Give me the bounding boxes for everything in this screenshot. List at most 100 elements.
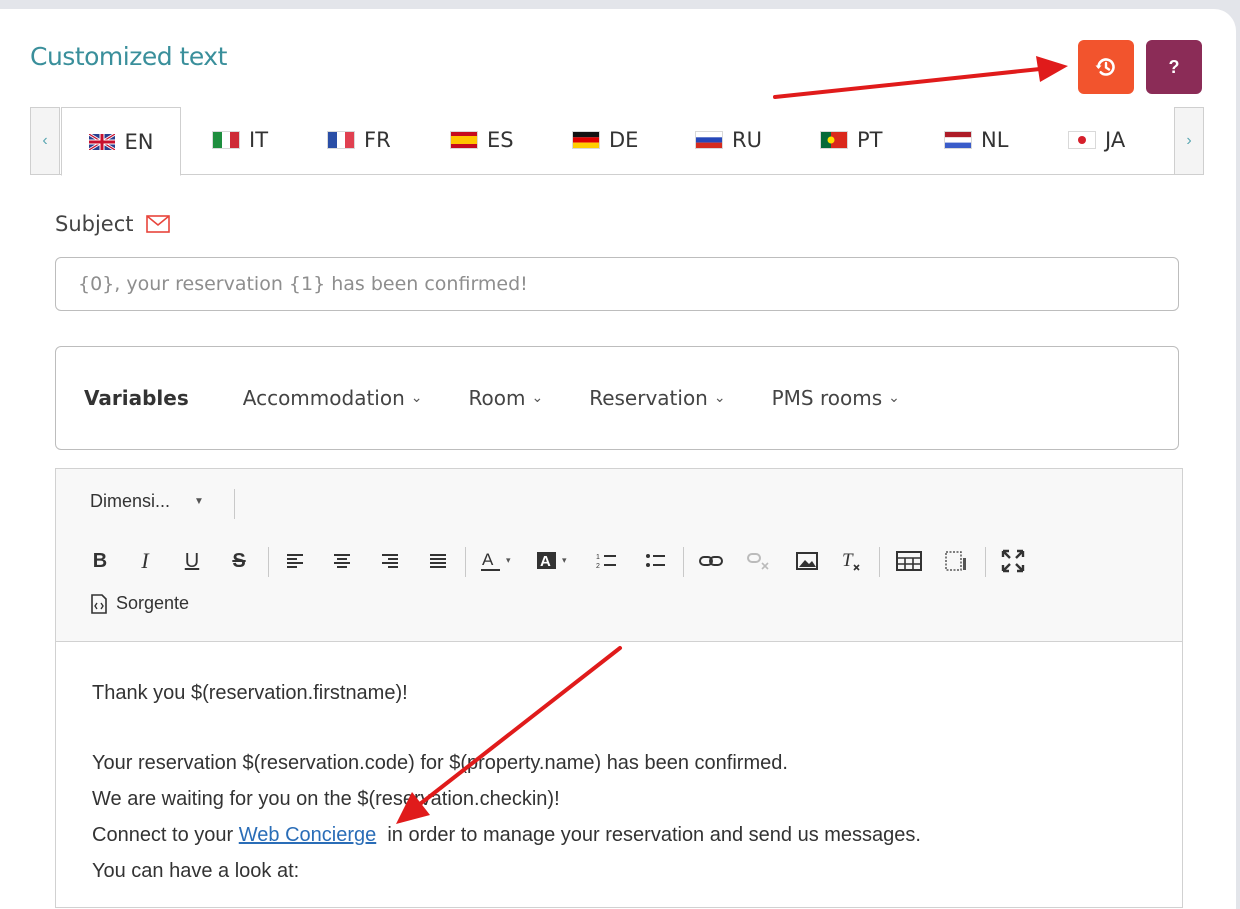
italic-icon: I [141, 548, 149, 573]
bold-button[interactable]: B [90, 549, 110, 573]
tabs-scroll-left-button[interactable]: ‹ [30, 107, 60, 175]
subject-label: Subject [55, 212, 170, 236]
numbered-list-icon: 12 [596, 554, 616, 570]
variables-bar: Variables Accommodation ⌄ Room ⌄ Reserva… [55, 346, 1179, 450]
table-icon [896, 551, 922, 571]
tab-label: RU [732, 128, 762, 152]
svg-text:T: T [842, 550, 854, 571]
align-center-icon [334, 554, 350, 568]
flag-es-icon [451, 132, 477, 148]
remove-format-icon: T [842, 550, 860, 571]
source-label: Sorgente [116, 593, 190, 613]
editor-content[interactable]: Thank you $(reservation.firstname)! Your… [92, 675, 1162, 889]
svg-text:2: 2 [596, 563, 600, 570]
align-right-button[interactable] [379, 549, 401, 573]
bulleted-list-button[interactable] [645, 549, 667, 573]
tab-label: JA [1105, 128, 1126, 152]
chevron-down-icon: ⌄ [531, 390, 544, 406]
tab-label: IT [249, 128, 269, 152]
tab-en[interactable]: EN [61, 107, 181, 176]
numbered-list-button[interactable]: 12 [596, 549, 618, 573]
content-line: Thank you $(reservation.firstname)! [92, 682, 408, 704]
dropdown-label: PMS rooms [771, 386, 883, 410]
remove-format-button[interactable]: T [840, 549, 864, 573]
strikethrough-icon: S [232, 549, 246, 572]
variables-label: Variables [84, 386, 189, 410]
content-text: in order to manage your reservation and … [376, 824, 921, 846]
content-line-with-link: Connect to your Web Concierge in order t… [92, 817, 1162, 853]
align-center-button[interactable] [331, 549, 353, 573]
show-blocks-button[interactable] [943, 549, 969, 573]
subject-label-text: Subject [55, 212, 134, 236]
chevron-right-icon: › [1186, 132, 1192, 149]
svg-text:1: 1 [596, 554, 600, 561]
link-button[interactable] [699, 549, 723, 573]
table-button[interactable] [895, 549, 923, 573]
source-button[interactable]: Sorgente [90, 593, 189, 614]
web-concierge-link[interactable]: Web Concierge [239, 824, 376, 846]
flag-ru-icon [696, 132, 722, 148]
tab-ja[interactable]: JA [1069, 107, 1125, 173]
image-button[interactable] [795, 549, 819, 573]
maximize-button[interactable] [1000, 549, 1026, 573]
toolbar-separator [465, 547, 466, 577]
content-line: You can have a look at: [92, 860, 300, 882]
svg-text:▾: ▾ [562, 555, 567, 565]
content-text: Connect to your [92, 824, 239, 846]
tab-pt[interactable]: PT [821, 107, 883, 173]
tab-label: FR [364, 128, 391, 152]
envelope-icon [145, 215, 170, 233]
underline-button[interactable]: U [182, 549, 202, 573]
tab-de[interactable]: DE [573, 107, 638, 173]
tab-es[interactable]: ES [451, 107, 514, 173]
caret-down-icon: ▼ [194, 496, 204, 507]
history-icon [1095, 58, 1115, 76]
background-color-icon: A ▾ [537, 552, 567, 570]
tab-nl[interactable]: NL [945, 107, 1008, 173]
source-code-icon [91, 593, 107, 614]
content-line: We are waiting for you on the $(reservat… [92, 788, 560, 810]
bold-icon: B [92, 549, 108, 572]
tab-it[interactable]: IT [213, 107, 268, 173]
help-label: ? [1168, 56, 1180, 77]
dropdown-label: Room [468, 386, 526, 410]
align-right-icon [382, 554, 398, 568]
tab-ru[interactable]: RU [696, 107, 762, 173]
tab-label: DE [609, 128, 639, 152]
help-button[interactable]: ? [1146, 40, 1202, 94]
history-button[interactable] [1078, 40, 1134, 94]
underline-icon: U [184, 549, 200, 572]
flag-pt-icon [821, 132, 847, 148]
chevron-down-icon: ⌄ [410, 390, 423, 406]
font-size-select[interactable]: Dimensi... ▼ [90, 491, 204, 512]
tab-fr[interactable]: FR [328, 107, 391, 173]
tabs-divider [30, 174, 1204, 175]
strikethrough-button[interactable]: S [228, 549, 250, 573]
content-line: Your reservation $(reservation.code) for… [92, 752, 788, 774]
editor-toolbar: Dimensi... ▼ B I U S A ▾ A ▾ 12 T Sorgen… [56, 469, 1182, 642]
unlink-icon [747, 553, 769, 570]
justify-icon [430, 554, 446, 568]
font-size-value: Dimensi... [90, 491, 171, 511]
svg-text:▾: ▾ [506, 555, 511, 565]
text-color-button[interactable]: A ▾ [480, 549, 520, 573]
svg-text:A: A [482, 550, 494, 569]
room-dropdown[interactable]: Room ⌄ [469, 386, 544, 410]
flag-it-icon [213, 132, 239, 148]
reservation-dropdown[interactable]: Reservation ⌄ [589, 386, 725, 410]
subject-input[interactable] [55, 257, 1179, 311]
align-left-button[interactable] [284, 549, 306, 573]
maximize-icon [1001, 549, 1025, 573]
flag-de-icon [573, 132, 599, 148]
content-blank-line [92, 711, 1162, 745]
flag-jp-icon [1069, 132, 1095, 148]
dropdown-label: Reservation [589, 386, 708, 410]
pms-rooms-dropdown[interactable]: PMS rooms ⌄ [772, 386, 900, 410]
toolbar-separator [879, 547, 880, 577]
italic-button[interactable]: I [135, 548, 155, 573]
justify-button[interactable] [427, 549, 449, 573]
accommodation-dropdown[interactable]: Accommodation ⌄ [243, 386, 423, 410]
unlink-button[interactable] [747, 549, 771, 573]
background-color-button[interactable]: A ▾ [536, 549, 576, 573]
tabs-scroll-right-button[interactable]: › [1174, 107, 1204, 175]
